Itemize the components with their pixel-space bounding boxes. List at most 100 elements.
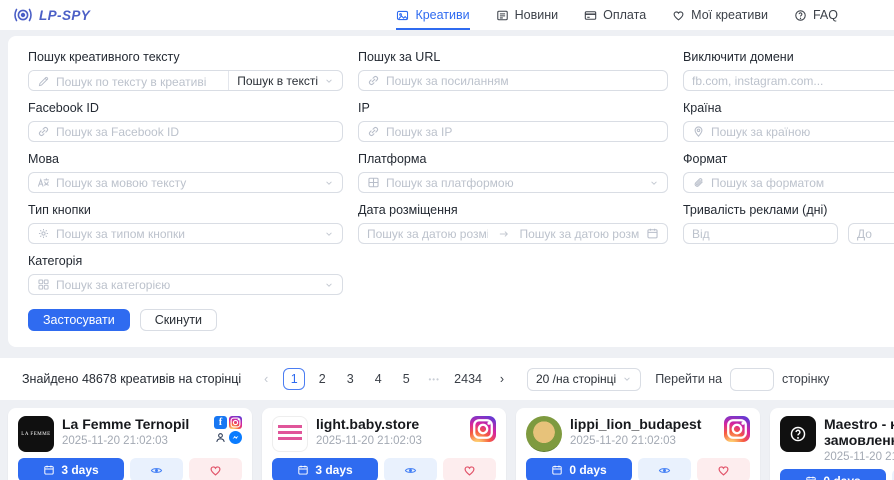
days-button[interactable]: 0 days [526,458,632,480]
heart-icon [463,464,476,477]
duration-to-field[interactable] [857,227,894,241]
creative-card[interactable]: Maestro - кухні, меблі на замовлення в У… [770,408,894,480]
view-button[interactable] [638,458,691,480]
news-icon [496,9,509,22]
button-type-field[interactable] [56,227,318,241]
favorite-button[interactable] [443,458,496,480]
prev-page-button[interactable]: ‹ [255,368,277,390]
field-language: Мова [28,152,343,193]
chevron-down-icon [324,178,334,188]
apply-button[interactable]: Застосувати [28,309,130,331]
results-summary: Знайдено 48678 креативів на сторінці [22,372,241,386]
field-category: Категорія [28,254,343,295]
filter-actions: Застосувати Скинути [28,309,894,331]
url-input[interactable] [358,70,668,91]
creative-text-input[interactable] [29,71,228,91]
creative-card[interactable]: lippi_lion_budapest 2025-11-20 21:02:03 … [516,408,760,480]
country-input[interactable] [683,121,894,142]
next-page-button[interactable]: › [491,368,513,390]
nav-item-creatives[interactable]: Креативи [396,0,469,30]
messenger-icon[interactable] [229,431,242,444]
chevron-down-icon [622,374,632,384]
view-button[interactable] [130,458,183,480]
pagination: ‹ 1 2 3 4 5 ••• 2434 › [255,368,513,390]
page-button-5[interactable]: 5 [395,368,417,390]
nav-item-news[interactable]: Новини [496,0,559,30]
page-button-last[interactable]: 2434 [451,368,485,390]
page-size-select[interactable]: 20 /на сторінці [527,368,641,391]
profile-icon[interactable] [214,431,227,444]
duration-to-input[interactable] [848,223,894,244]
text-search-mode-select[interactable]: Пошук в тексті [228,71,342,90]
language-field[interactable] [56,176,318,190]
main-nav: Креативи Новини Оплата Мої креативи FAQ [396,0,838,30]
header: LP-SPY Креативи Новини Оплата Мої креати… [0,0,894,30]
credit-card-icon [584,9,597,22]
eye-icon [404,464,417,477]
eye-logo-icon [12,7,34,23]
language-select[interactable] [28,172,343,193]
facebook-id-input[interactable] [28,121,343,142]
pencil-icon [37,75,50,88]
field-creative-text: Пошук креативного тексту Пошук в тексті [28,50,343,91]
platform-select[interactable] [358,172,668,193]
instagram-icon[interactable] [470,416,496,442]
logo[interactable]: LP-SPY [12,7,90,23]
field-placement-date: Дата розміщення Пошук за датою розміщенн… [358,203,668,244]
facebook-id-field[interactable] [56,125,334,139]
nav-label: Новини [515,8,559,22]
category-field[interactable] [56,278,318,292]
heart-icon [717,464,730,477]
mode-value: Пошук в тексті [237,74,318,88]
duration-from-input[interactable] [683,223,838,244]
country-field[interactable] [711,125,894,139]
question-icon [794,9,807,22]
pagination-ellipsis[interactable]: ••• [423,368,445,390]
duration-from-field[interactable] [692,227,829,241]
reset-button[interactable]: Скинути [140,309,217,331]
field-label: Формат [683,152,894,166]
lp-spy-app: LP-SPY Креативи Новини Оплата Мої креати… [0,0,894,480]
instagram-icon[interactable] [229,416,242,429]
translate-icon [37,176,50,189]
view-button[interactable] [384,458,437,480]
days-button[interactable]: 3 days [18,458,124,480]
heart-icon [209,464,222,477]
nav-item-faq[interactable]: FAQ [794,0,838,30]
creative-card[interactable]: light.baby.store 2025-11-20 21:02:03 3 d… [262,408,506,480]
page-button-3[interactable]: 3 [339,368,361,390]
exclude-domains-field[interactable] [692,74,894,88]
jump-page-input[interactable] [730,368,774,391]
format-field[interactable] [711,176,894,190]
facebook-icon[interactable]: f [214,416,227,429]
creative-card[interactable]: LA FEMME La Femme Ternopil 2025-11-20 21… [8,408,252,480]
days-button[interactable]: 0 days [780,469,886,480]
exclude-domains-input[interactable] [683,70,894,91]
favorite-button[interactable] [189,458,242,480]
date-start-placeholder[interactable]: Пошук за датою розміщення [367,227,488,241]
ip-field[interactable] [386,125,659,139]
page-button-2[interactable]: 2 [311,368,333,390]
page-button-1[interactable]: 1 [283,368,305,390]
creative-text-field[interactable] [56,75,220,89]
field-label: Тривалість реклами (дні) [683,203,894,217]
nav-item-payment[interactable]: Оплата [584,0,646,30]
platform-field[interactable] [386,176,643,190]
format-input[interactable] [683,172,894,193]
instagram-icon[interactable] [724,416,750,442]
button-type-select[interactable] [28,223,343,244]
date-range-picker[interactable]: Пошук за датою розміщення Пошук за датою… [358,223,668,244]
favorite-button[interactable] [697,458,750,480]
date-end-placeholder[interactable]: Пошук за датою розміщення [520,227,641,241]
field-label: Тип кнопки [28,203,343,217]
field-duration: Тривалість реклами (дні) [683,203,894,244]
card-date: 2025-11-20 21:02:03 [316,435,462,447]
field-country: Країна [683,101,894,142]
days-button[interactable]: 3 days [272,458,378,480]
ip-input[interactable] [358,121,668,142]
category-select[interactable] [28,274,343,295]
page-button-4[interactable]: 4 [367,368,389,390]
avatar: LA FEMME [18,416,54,452]
nav-item-my-creatives[interactable]: Мої креативи [672,0,768,30]
url-field[interactable] [386,74,659,88]
